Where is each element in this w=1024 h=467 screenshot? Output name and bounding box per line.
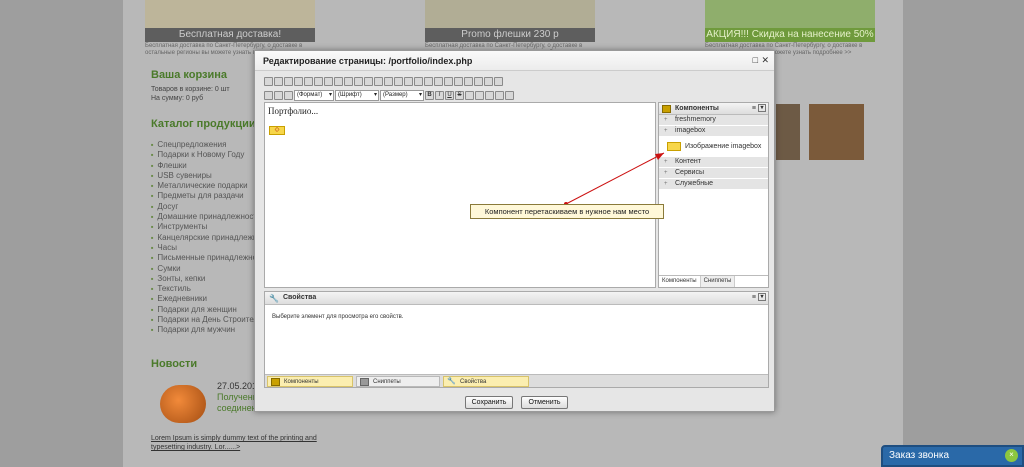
drag-arrow — [564, 152, 665, 206]
hint-tooltip: Компонент перетаскиваем в нужное нам мес… — [470, 204, 664, 219]
callback-widget[interactable]: Заказ звонка × — [881, 445, 1024, 467]
callback-label: Заказ звонка — [889, 450, 950, 461]
arrow-line — [565, 152, 665, 205]
close-icon[interactable]: × — [1005, 449, 1018, 462]
arrow-head — [655, 153, 664, 160]
